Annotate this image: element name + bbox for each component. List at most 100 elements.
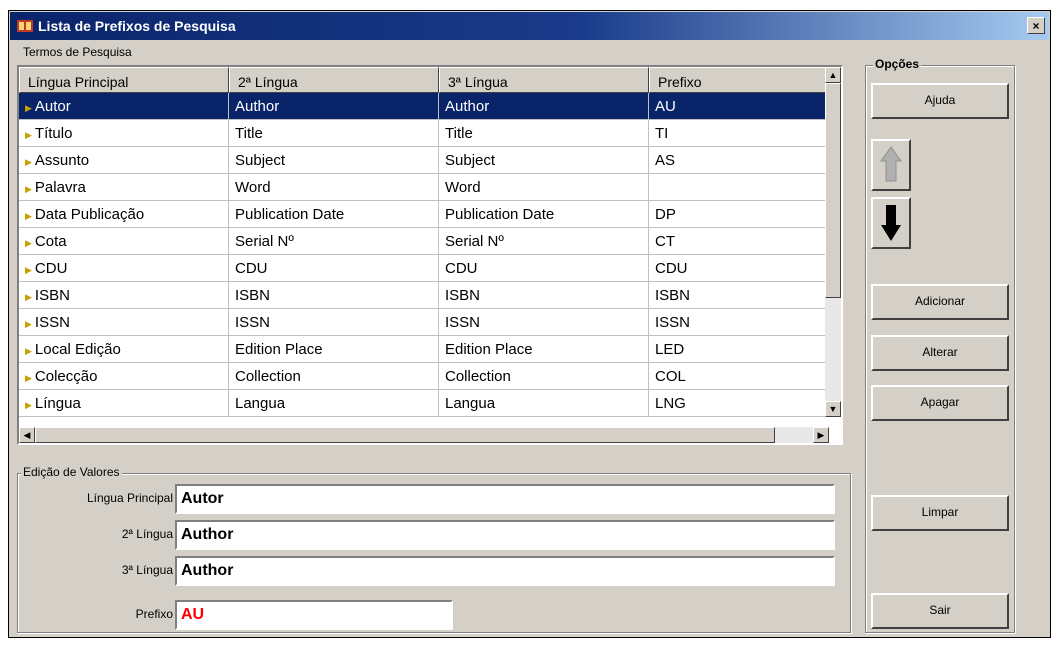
table-row[interactable]: ▶ Local Edição Edition Place Edition Place L…: [19, 336, 829, 363]
table-cell: ▶ Assunto: [19, 147, 229, 174]
second-language-field[interactable]: Author: [175, 520, 835, 550]
cell-text: Edition Place: [445, 341, 533, 358]
row-marker-icon: ▶: [25, 319, 32, 329]
cell-text: ISSN: [445, 314, 481, 331]
table-cell: ▶ Local Edição: [19, 336, 229, 363]
table-cell: Word: [439, 174, 649, 201]
title-bar: Lista de Prefixos de Pesquisa ×: [10, 12, 1049, 40]
hscroll-thumb[interactable]: [35, 427, 775, 443]
table-cell: Publication Date: [229, 201, 439, 228]
column-header[interactable]: Língua Principal: [19, 67, 229, 93]
close-button[interactable]: ×: [1027, 17, 1045, 34]
cell-text: ISSN: [655, 314, 691, 331]
cell-text: CDU: [235, 260, 268, 277]
horizontal-scrollbar[interactable]: ◀ ▶: [19, 427, 829, 443]
exit-button[interactable]: Sair: [871, 593, 1009, 629]
table-row[interactable]: ▶ Autor Author Author AU: [19, 93, 829, 120]
table-row[interactable]: ▶ Palavra Word Word: [19, 174, 829, 201]
scroll-down-button[interactable]: ▼: [825, 401, 841, 417]
row-marker-icon: ▶: [25, 184, 32, 194]
move-down-button[interactable]: [871, 197, 911, 249]
table-row[interactable]: ▶ Data Publicação Publication Date Publicat…: [19, 201, 829, 228]
table-cell: CDU: [649, 255, 829, 282]
third-language-field[interactable]: Author: [175, 556, 835, 586]
cell-text: Langua: [235, 395, 286, 412]
second-language-label: 2ª Língua: [121, 527, 173, 541]
table-cell: Publication Date: [439, 201, 649, 228]
vertical-scrollbar[interactable]: ▲ ▼: [825, 67, 841, 417]
change-button[interactable]: Alterar: [871, 335, 1009, 371]
table-cell: COL: [649, 363, 829, 390]
cell-text: TI: [655, 125, 669, 142]
delete-button[interactable]: Apagar: [871, 385, 1009, 421]
cell-text: Title: [235, 125, 263, 142]
row-marker-icon: ▶: [25, 265, 32, 275]
cell-text: ISSN: [235, 314, 271, 331]
row-marker-icon: ▶: [25, 238, 32, 248]
table-row[interactable]: ▶ Título Title Title TI: [19, 120, 829, 147]
dialog-window: Lista de Prefixos de Pesquisa × Termos d…: [8, 10, 1051, 638]
table-cell: CDU: [439, 255, 649, 282]
table-cell: LED: [649, 336, 829, 363]
table-cell: Subject: [229, 147, 439, 174]
scroll-left-button[interactable]: ◀: [19, 427, 35, 443]
cell-text: Subject: [445, 152, 496, 169]
table-row[interactable]: ▶ ISSN ISSN ISSN ISSN: [19, 309, 829, 336]
cell-text: Publication Date: [445, 206, 555, 223]
prefix-field[interactable]: AU: [175, 600, 453, 630]
main-language-label: Língua Principal: [86, 491, 173, 505]
table-cell: ISSN: [229, 309, 439, 336]
table-cell: CDU: [229, 255, 439, 282]
table-cell: Subject: [439, 147, 649, 174]
cell-text: LNG: [655, 395, 686, 412]
cell-text: DP: [655, 206, 676, 223]
table-row[interactable]: ▶ Assunto Subject Subject AS: [19, 147, 829, 174]
help-button[interactable]: Ajuda: [871, 83, 1009, 119]
edit-values-label: Edição de Valores: [21, 465, 122, 479]
row-marker-icon: ▶: [25, 373, 32, 383]
row-marker-icon: ▶: [25, 157, 32, 167]
cell-text: Autor: [34, 98, 71, 115]
table-cell: Edition Place: [229, 336, 439, 363]
help-button-label: Ajuda: [924, 93, 956, 107]
arrow-up-icon: [880, 146, 902, 182]
column-header[interactable]: 2ª Língua: [229, 67, 439, 93]
search-terms-grid[interactable]: Língua Principal 2ª Língua 3ª Língua Prefix…: [17, 65, 843, 445]
change-button-label: Alterar: [922, 345, 958, 359]
delete-button-label: Apagar: [920, 395, 960, 409]
cell-text: Palavra: [34, 179, 86, 196]
table-row[interactable]: ▶ Colecção Collection Collection COL: [19, 363, 829, 390]
table-cell: Author: [439, 93, 649, 120]
table-cell: Serial Nº: [229, 228, 439, 255]
table-cell: Langua: [229, 390, 439, 417]
table-cell: [649, 174, 829, 201]
table-row[interactable]: ▶ CDU CDU CDU CDU: [19, 255, 829, 282]
table-cell: CT: [649, 228, 829, 255]
cell-text: Cota: [34, 233, 67, 250]
options-label: Opções: [873, 57, 922, 71]
column-header[interactable]: 3ª Língua: [439, 67, 649, 93]
add-button[interactable]: Adicionar: [871, 284, 1009, 320]
table-cell: Title: [229, 120, 439, 147]
cell-text: Data Publicação: [34, 206, 145, 223]
main-language-field[interactable]: Autor: [175, 484, 835, 514]
table-cell: ▶ CDU: [19, 255, 229, 282]
column-header[interactable]: Prefixo: [649, 67, 829, 93]
table-row[interactable]: ▶ Língua Langua Langua LNG: [19, 390, 829, 417]
table-cell: ▶ Língua: [19, 390, 229, 417]
scroll-right-button[interactable]: ▶: [813, 427, 829, 443]
cell-text: AS: [655, 152, 676, 169]
clear-button[interactable]: Limpar: [871, 495, 1009, 531]
table-cell: ▶ ISSN: [19, 309, 229, 336]
cell-text: ISSN: [34, 314, 70, 331]
table-cell: ISSN: [649, 309, 829, 336]
cell-text: COL: [655, 368, 686, 385]
table-cell: Collection: [439, 363, 649, 390]
move-up-button[interactable]: [871, 139, 911, 191]
scroll-thumb[interactable]: [825, 83, 841, 298]
scroll-up-button[interactable]: ▲: [825, 67, 841, 83]
table-cell: Word: [229, 174, 439, 201]
cell-text: Publication Date: [235, 206, 345, 223]
table-row[interactable]: ▶ Cota Serial Nº Serial Nº CT: [19, 228, 829, 255]
table-row[interactable]: ▶ ISBN ISBN ISBN ISBN: [19, 282, 829, 309]
